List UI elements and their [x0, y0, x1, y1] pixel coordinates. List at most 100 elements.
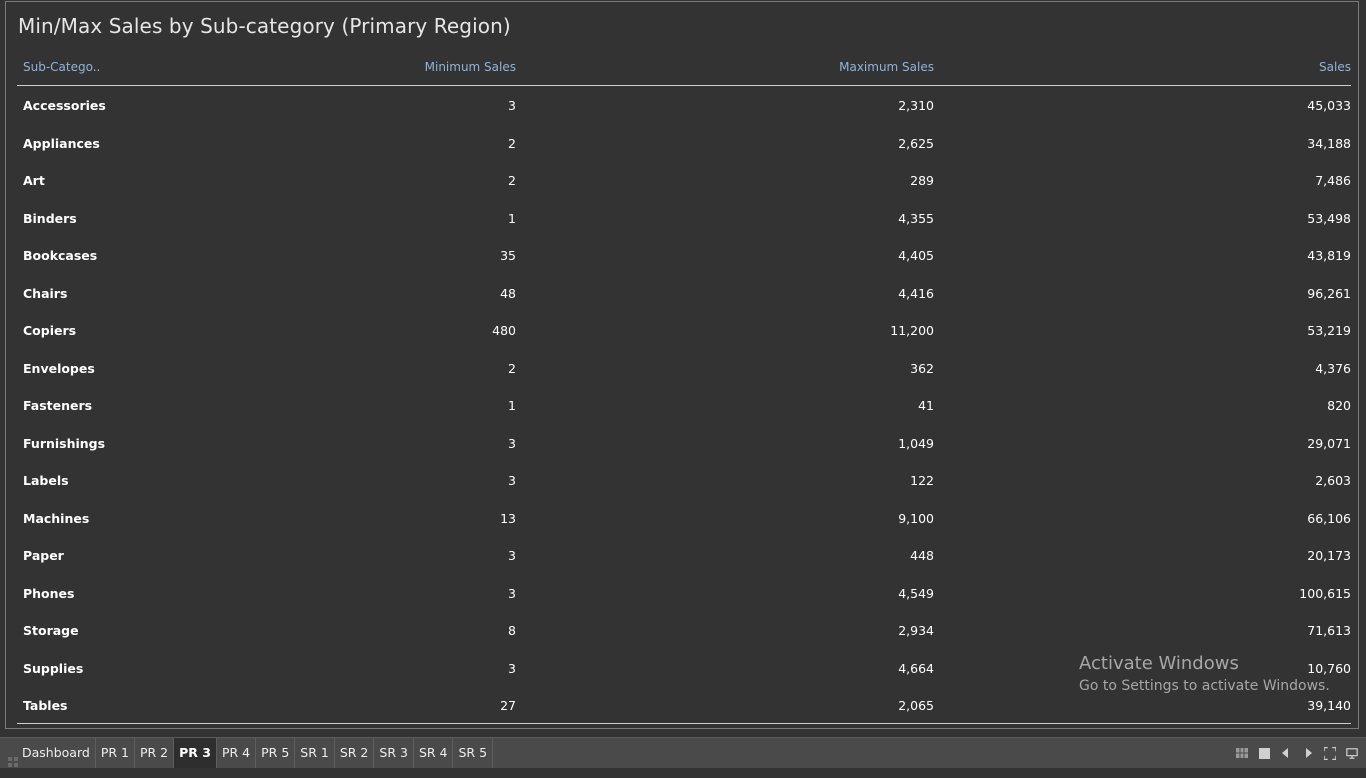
cell-sales: 66,106	[1307, 510, 1351, 526]
table-row[interactable]: Phones 3 4,549 100,615	[17, 574, 1351, 612]
cell-minimum-sales: 3	[508, 98, 516, 113]
single-view-icon[interactable]	[1258, 747, 1270, 759]
cell-sales: 53,219	[1307, 323, 1351, 338]
column-header-sales[interactable]: Sales	[1319, 60, 1351, 74]
cell-minimum-sales: 2	[508, 360, 516, 376]
cell-maximum-sales: 1,049	[898, 435, 934, 451]
tab-label: Dashboard	[22, 745, 90, 760]
tab-label: PR 2	[139, 745, 169, 760]
cell-subcategory: Phones	[23, 585, 75, 601]
table-row[interactable]: Appliances 2 2,625 34,188	[17, 124, 1351, 162]
tab-sr-3[interactable]: SR 3	[374, 738, 414, 768]
table-row[interactable]: Bookcases 35 4,405 43,819	[17, 236, 1351, 274]
view-controls	[1236, 738, 1358, 768]
cell-minimum-sales: 3	[508, 585, 516, 601]
tab-label: PR 1	[100, 745, 129, 760]
table-row[interactable]: Fasteners 1 41 820	[17, 386, 1351, 424]
tab-label: PR 3	[179, 745, 211, 760]
table-row[interactable]: Accessories 3 2,310 45,033	[17, 86, 1351, 124]
cell-subcategory: Copiers	[23, 323, 77, 338]
sheet-tab-bar: Dashboard PR 1 PR 2 PR 3 PR 4 PR 5 SR 1 SR 2 SR …	[0, 737, 1366, 768]
tab-pr-1[interactable]: PR 1	[96, 738, 135, 768]
column-header-subcategory[interactable]: Sub-Catego..	[23, 60, 100, 74]
column-header-maximum-sales[interactable]: Maximum Sales	[839, 60, 934, 74]
cell-sales: 100,615	[1299, 585, 1351, 601]
cell-subcategory: Storage	[23, 623, 79, 638]
cell-maximum-sales: 4,549	[898, 585, 934, 601]
tab-dashboard[interactable]: Dashboard	[0, 738, 96, 768]
table-row[interactable]: Labels 3 122 2,603	[17, 461, 1351, 499]
cell-subcategory: Furnishings	[23, 435, 106, 451]
tab-pr-5[interactable]: PR 5	[256, 738, 296, 768]
cell-sales: 820	[1327, 398, 1351, 413]
windows-activation-watermark: Activate Windows Go to Settings to activ…	[1079, 653, 1330, 694]
tab-sr-2[interactable]: SR 2	[335, 738, 375, 768]
cell-maximum-sales: 11,200	[890, 323, 934, 338]
table-row[interactable]: Furnishings 3 1,049 29,071	[17, 424, 1351, 462]
cell-maximum-sales: 4,355	[898, 210, 934, 226]
fullscreen-icon[interactable]	[1324, 746, 1336, 760]
cell-minimum-sales: 1	[508, 210, 516, 226]
cell-minimum-sales: 2	[508, 135, 516, 151]
column-header-minimum-sales[interactable]: Minimum Sales	[425, 60, 516, 74]
cell-minimum-sales: 480	[492, 323, 516, 338]
cell-maximum-sales: 2,065	[898, 698, 934, 713]
table-row[interactable]: Art 2 289 7,486	[17, 161, 1351, 199]
cell-subcategory: Art	[23, 173, 45, 188]
table-row[interactable]: Copiers 480 11,200 53,219	[17, 311, 1351, 349]
sheet-tabs: Dashboard PR 1 PR 2 PR 3 PR 4 PR 5 SR 1 SR 2 SR …	[0, 738, 494, 768]
cell-sales: 53,498	[1307, 210, 1351, 226]
cell-sales: 20,173	[1307, 548, 1351, 563]
cell-subcategory: Chairs	[23, 285, 68, 301]
tab-label: SR 4	[418, 745, 448, 760]
tab-pr-3[interactable]: PR 3	[174, 738, 217, 768]
cell-minimum-sales: 2	[508, 173, 516, 188]
cell-maximum-sales: 362	[910, 360, 934, 376]
presentation-icon[interactable]	[1346, 747, 1358, 759]
cell-subcategory: Labels	[23, 473, 69, 488]
tab-pr-4[interactable]: PR 4	[217, 738, 257, 768]
cell-sales: 34,188	[1307, 135, 1351, 151]
cell-subcategory: Envelopes	[23, 360, 95, 376]
tab-label: SR 5	[458, 745, 488, 760]
table-header: Sub-Catego.. Minimum Sales Maximum Sales…	[17, 54, 1351, 86]
tab-label: SR 2	[339, 745, 369, 760]
tab-pr-2[interactable]: PR 2	[135, 738, 175, 768]
cell-minimum-sales: 3	[508, 548, 516, 563]
tab-sr-4[interactable]: SR 4	[414, 738, 454, 768]
cell-minimum-sales: 8	[508, 623, 516, 638]
table-row[interactable]: Envelopes 2 362 4,376	[17, 349, 1351, 387]
dashboard-grid-icon	[8, 748, 18, 767]
cell-minimum-sales: 13	[500, 510, 516, 526]
watermark-title: Activate Windows	[1079, 653, 1239, 674]
previous-icon[interactable]	[1280, 747, 1292, 759]
cell-sales: 45,033	[1307, 98, 1351, 113]
cell-sales: 71,613	[1307, 623, 1351, 638]
cell-sales: 43,819	[1307, 248, 1351, 263]
table-row[interactable]: Paper 3 448 20,173	[17, 536, 1351, 574]
watermark-subtitle: Go to Settings to activate Windows.	[1079, 678, 1330, 694]
table-row[interactable]: Chairs 48 4,416 96,261	[17, 274, 1351, 312]
cell-minimum-sales: 1	[508, 398, 516, 413]
tab-sr-1[interactable]: SR 1	[295, 738, 335, 768]
cell-minimum-sales: 35	[500, 248, 516, 263]
tab-sr-5[interactable]: SR 5	[453, 738, 494, 768]
table-row[interactable]: Binders 1 4,355 53,498	[17, 199, 1351, 237]
next-icon[interactable]	[1302, 747, 1314, 759]
cell-subcategory: Machines	[23, 510, 90, 526]
sales-table: Sub-Catego.. Minimum Sales Maximum Sales…	[17, 54, 1351, 724]
cell-sales: 7,486	[1315, 173, 1351, 188]
cell-sales: 2,603	[1315, 473, 1351, 488]
cell-subcategory: Binders	[23, 210, 77, 226]
cell-maximum-sales: 289	[910, 173, 934, 188]
table-row[interactable]: Machines 13 9,100 66,106	[17, 499, 1351, 537]
cell-minimum-sales: 27	[500, 698, 516, 713]
tab-grid-icon[interactable]	[1236, 747, 1248, 759]
cell-maximum-sales: 4,416	[898, 285, 934, 301]
cell-sales: 29,071	[1307, 435, 1351, 451]
tab-label: PR 4	[221, 745, 251, 760]
table-row[interactable]: Storage 8 2,934 71,613	[17, 611, 1351, 649]
cell-maximum-sales: 4,405	[898, 248, 934, 263]
cell-maximum-sales: 2,625	[898, 135, 934, 151]
tab-label: PR 5	[261, 745, 290, 760]
